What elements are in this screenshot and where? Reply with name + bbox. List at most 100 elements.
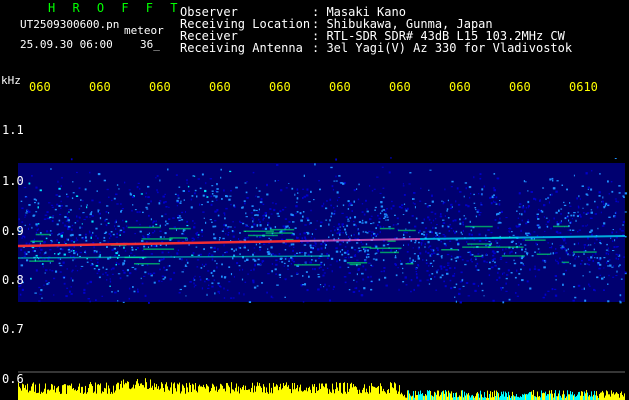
noise-speck <box>597 263 599 266</box>
noise-speck <box>108 237 111 240</box>
noise-speck <box>366 210 369 213</box>
noise-speck <box>67 238 70 241</box>
power-bar <box>24 387 25 400</box>
noise-speck <box>583 253 585 255</box>
noise-speck <box>524 244 527 246</box>
noise-speck <box>253 252 256 254</box>
noise-speck <box>555 190 558 193</box>
noise-speck <box>347 208 350 210</box>
noise-speck <box>412 202 414 204</box>
noise-speck <box>599 240 601 242</box>
noise-speck <box>536 215 538 218</box>
power-bar <box>217 391 218 400</box>
noise-speck <box>266 193 269 196</box>
noise-speck <box>38 286 41 289</box>
power-bar <box>25 385 26 400</box>
power-bar <box>390 382 391 400</box>
noise-speck <box>475 258 477 261</box>
power-bar <box>505 391 506 400</box>
power-bar <box>311 393 312 400</box>
power-bar <box>408 390 409 400</box>
noise-speck <box>241 206 244 209</box>
noise-speck <box>342 204 345 207</box>
noise-speck <box>402 214 405 216</box>
noise-speck <box>178 292 181 294</box>
noise-speck <box>553 217 555 220</box>
noise-speck <box>95 227 98 230</box>
power-bar <box>363 387 364 400</box>
noise-speck <box>24 253 26 256</box>
noise-speck <box>398 288 400 291</box>
noise-speck <box>353 189 356 192</box>
noise-speck <box>260 198 263 201</box>
noise-speck <box>337 199 339 202</box>
noise-speck <box>322 274 325 277</box>
power-bar <box>574 394 575 400</box>
noise-speck <box>571 217 573 220</box>
noise-speck <box>284 296 286 298</box>
noise-speck <box>403 233 405 236</box>
noise-speck <box>48 283 50 285</box>
noise-speck <box>186 259 188 262</box>
noise-speck <box>370 280 373 283</box>
noise-speck <box>543 260 546 262</box>
noise-speck <box>204 189 207 193</box>
noise-speck <box>276 164 279 166</box>
noise-speck <box>49 261 51 264</box>
time-tick: 060 <box>89 80 111 94</box>
noise-speck <box>449 223 452 226</box>
noise-speck <box>360 294 364 297</box>
noise-speck <box>332 188 335 191</box>
power-bar <box>150 379 151 400</box>
power-bar <box>222 385 223 400</box>
noise-speck <box>413 253 416 255</box>
noise-speck <box>497 267 501 270</box>
noise-speck <box>518 241 520 243</box>
noise-speck <box>199 187 202 190</box>
noise-speck <box>365 256 368 259</box>
noise-speck <box>391 200 393 203</box>
power-bar <box>198 386 199 400</box>
noise-speck <box>66 193 68 196</box>
power-bar <box>32 383 33 400</box>
noise-speck <box>111 248 114 252</box>
noise-speck <box>405 228 407 230</box>
noise-speck <box>571 252 574 254</box>
noise-speck <box>239 253 241 255</box>
noise-speck <box>20 200 23 202</box>
noise-speck <box>167 168 169 171</box>
noise-speck <box>386 244 389 246</box>
echo-streak <box>30 240 44 243</box>
noise-speck <box>63 276 65 279</box>
noise-speck <box>451 180 454 183</box>
noise-speck <box>156 175 159 177</box>
noise-speck <box>245 212 247 215</box>
noise-speck <box>98 201 101 204</box>
noise-speck <box>140 277 142 280</box>
noise-speck <box>329 264 332 266</box>
noise-speck <box>115 261 118 264</box>
noise-speck <box>413 198 415 200</box>
noise-speck <box>497 226 499 229</box>
noise-speck <box>478 240 482 242</box>
noise-speck <box>165 206 168 208</box>
power-bar <box>309 386 310 400</box>
power-bar <box>618 394 619 400</box>
power-bar <box>318 390 319 400</box>
noise-speck <box>463 215 465 217</box>
noise-speck <box>113 255 117 257</box>
power-bar <box>351 382 352 400</box>
noise-speck <box>548 201 551 204</box>
noise-speck <box>118 254 120 257</box>
noise-speck <box>465 282 469 284</box>
noise-speck <box>615 231 618 233</box>
noise-speck <box>494 219 497 221</box>
power-bar <box>174 382 175 400</box>
noise-speck <box>363 213 366 216</box>
noise-speck <box>358 221 362 224</box>
noise-speck <box>214 220 217 222</box>
power-bar <box>270 392 271 400</box>
noise-speck <box>214 210 217 213</box>
noise-speck <box>63 253 66 256</box>
noise-speck <box>395 274 398 277</box>
